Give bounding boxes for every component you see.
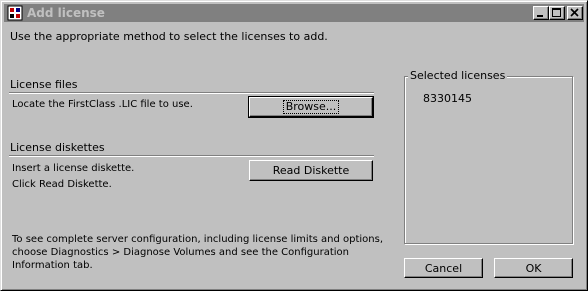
firstclass-app-icon[interactable] <box>7 5 23 21</box>
license-diskettes-divider <box>9 155 374 157</box>
ok-button[interactable]: OK <box>494 258 573 278</box>
title-bar[interactable]: Add license <box>4 4 584 22</box>
note-line-2: choose Diagnostics > Diagnose Volumes an… <box>12 247 350 258</box>
intro-text: Use the appropriate method to select the… <box>10 30 328 43</box>
minimize-button[interactable] <box>533 6 549 20</box>
maximize-icon <box>552 8 561 17</box>
window-title: Add license <box>27 6 105 20</box>
note-line-3: Information tab. <box>12 260 93 271</box>
minimize-icon <box>537 15 543 17</box>
note-line-1: To see complete server configuration, in… <box>12 234 384 245</box>
selected-licenses-title: Selected licenses <box>408 69 508 83</box>
selected-license-item[interactable]: 8330145 <box>423 92 472 106</box>
browse-label: Browse... <box>282 100 340 114</box>
license-files-heading: License files <box>10 78 78 91</box>
cancel-label: Cancel <box>424 261 463 275</box>
cancel-button[interactable]: Cancel <box>404 258 483 278</box>
read-diskette-button[interactable]: Read Diskette <box>249 160 373 181</box>
diskette-instruction-1: Insert a license diskette. <box>12 163 135 174</box>
read-diskette-label: Read Diskette <box>272 164 350 177</box>
license-files-instruction: Locate the FirstClass .LIC file to use. <box>12 99 193 110</box>
ok-label: OK <box>525 261 542 275</box>
maximize-button[interactable] <box>549 6 565 20</box>
diskette-instruction-2: Click Read Diskette. <box>12 179 112 190</box>
close-button[interactable] <box>567 6 583 20</box>
license-files-divider <box>9 92 374 94</box>
license-diskettes-heading: License diskettes <box>10 141 105 154</box>
add-license-dialog: Add license Use the appropriate method t… <box>0 0 588 291</box>
browse-button[interactable]: Browse... <box>248 96 374 118</box>
close-icon <box>570 8 579 17</box>
